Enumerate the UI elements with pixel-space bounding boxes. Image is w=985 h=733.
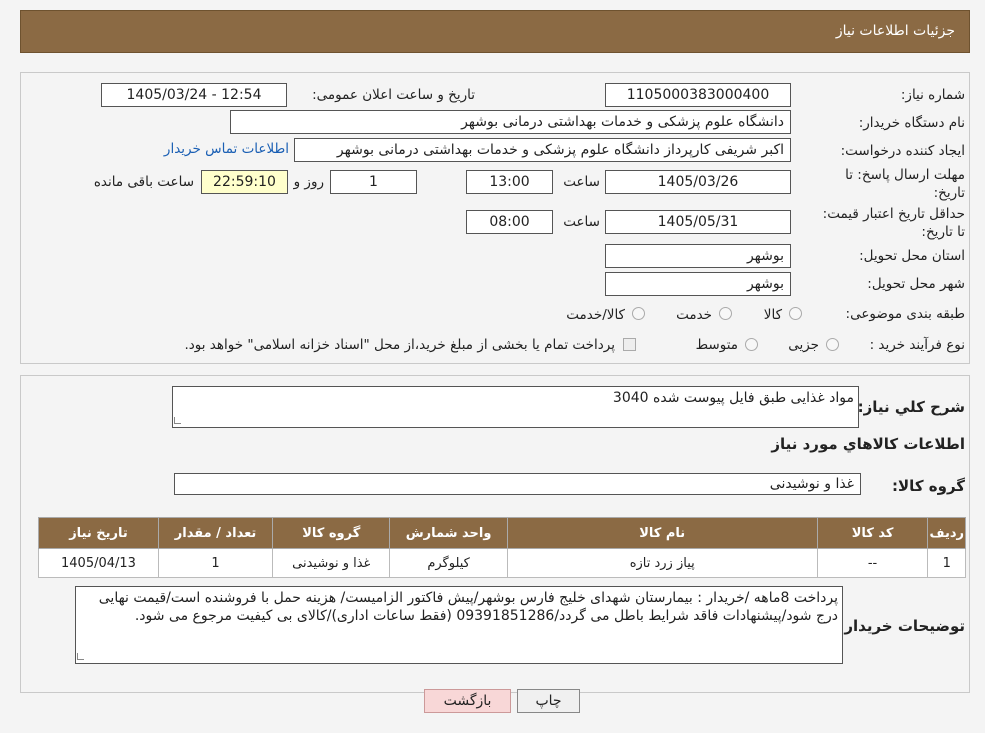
province-field: بوشهر bbox=[605, 244, 791, 268]
table-header-row: ردیف کد کالا نام کالا واحد شمارش گروه کا… bbox=[38, 517, 966, 549]
col-code: کد کالا bbox=[816, 517, 929, 549]
cell-row: 1 bbox=[927, 548, 966, 578]
process-option-medium: متوسط bbox=[695, 337, 738, 353]
summary-textarea[interactable]: مواد غذایی طبق فایل پیوست شده 3040 bbox=[172, 386, 859, 428]
process-radio-medium[interactable] bbox=[745, 338, 758, 351]
process-radio-minor[interactable] bbox=[826, 338, 839, 351]
page-header: جزئیات اطلاعات نیاز bbox=[20, 10, 970, 53]
city-field: بوشهر bbox=[605, 272, 791, 296]
remaining-time-field: 22:59:10 bbox=[201, 170, 288, 194]
need-number-field: 1105000383000400 bbox=[605, 83, 791, 107]
col-group: گروه کالا bbox=[272, 517, 391, 549]
cell-date: 1405/04/13 bbox=[38, 548, 159, 578]
back-button[interactable]: بازگشت bbox=[424, 689, 511, 713]
category-option-service: خدمت bbox=[676, 307, 712, 323]
category-label: طبقه بندی موضوعی: bbox=[845, 306, 965, 322]
cell-name: پیاز زرد تازه bbox=[506, 548, 818, 578]
col-unit: واحد شمارش bbox=[389, 517, 508, 549]
category-option-goods-service: کالا/خدمت bbox=[566, 307, 625, 323]
day-and-label: روز و bbox=[293, 174, 324, 190]
cell-group: غذا و نوشیدنی bbox=[272, 548, 391, 578]
buyer-notes-label: توضیحات خریدار: bbox=[838, 617, 965, 635]
process-option-minor: جزیی bbox=[788, 337, 819, 353]
category-radio-goods-service[interactable] bbox=[632, 307, 645, 320]
goods-info-title: اطلاعات کالاهاي مورد نياز bbox=[771, 435, 965, 453]
requester-field: اکبر شریفی کارپرداز دانشگاه علوم پزشکی و… bbox=[294, 138, 791, 162]
col-date: تاریخ نیاز bbox=[38, 517, 159, 549]
payment-note: پرداخت تمام یا بخشی از مبلغ خرید،از محل … bbox=[184, 337, 615, 353]
buyer-org-label: نام دستگاه خریدار: bbox=[858, 115, 965, 131]
table-row: 1 -- پیاز زرد تازه کیلوگرم غذا و نوشیدنی… bbox=[38, 548, 966, 578]
city-label: شهر محل تحویل: bbox=[867, 276, 965, 292]
announce-datetime-label: تاریخ و ساعت اعلان عمومی: bbox=[312, 87, 475, 103]
cell-qty: 1 bbox=[157, 548, 274, 578]
announce-datetime-field: 1405/03/24 - 12:54 bbox=[101, 83, 287, 107]
goods-group-field: غذا و نوشیدنی bbox=[174, 473, 861, 495]
reply-days-field: 1 bbox=[330, 170, 417, 194]
page-title: جزئیات اطلاعات نیاز bbox=[835, 23, 955, 39]
buyer-notes-textarea[interactable]: پرداخت 8ماهه /خریدار : بیمارستان شهدای خ… bbox=[75, 586, 843, 664]
reply-time-label: ساعت bbox=[563, 174, 600, 190]
resize-grip-icon[interactable] bbox=[174, 417, 181, 424]
cell-code: -- bbox=[816, 548, 929, 578]
col-row: ردیف bbox=[927, 517, 966, 549]
validity-time-field: 08:00 bbox=[466, 210, 553, 234]
requester-label: ایجاد کننده درخواست: bbox=[840, 143, 965, 159]
category-option-goods: کالا bbox=[763, 307, 782, 323]
process-type-label: نوع فرآیند خرید : bbox=[869, 337, 965, 353]
cell-unit: کیلوگرم bbox=[389, 548, 508, 578]
need-number-label: شماره نیاز: bbox=[900, 87, 965, 103]
category-radio-goods[interactable] bbox=[789, 307, 802, 320]
remaining-label: ساعت باقی مانده bbox=[93, 174, 194, 190]
reply-time-field: 13:00 bbox=[466, 170, 553, 194]
summary-label: شرح کلي نياز: bbox=[857, 398, 965, 416]
category-radio-service[interactable] bbox=[719, 307, 732, 320]
treasury-checkbox[interactable] bbox=[623, 338, 636, 351]
goods-group-label: گروه کالا: bbox=[892, 477, 965, 495]
validity-date-field: 1405/05/31 bbox=[605, 210, 791, 234]
province-label: استان محل تحویل: bbox=[859, 248, 965, 264]
goods-table: ردیف کد کالا نام کالا واحد شمارش گروه کا… bbox=[38, 517, 966, 578]
reply-deadline-label: مهلت ارسال پاسخ: تا تاریخ: bbox=[845, 167, 965, 201]
min-validity-label: حداقل تاریخ اعتبار قیمت: تا تاریخ: bbox=[822, 206, 965, 240]
print-button[interactable]: چاپ bbox=[517, 689, 580, 713]
notes-resize-grip-icon[interactable] bbox=[77, 653, 84, 660]
buyer-org-field: دانشگاه علوم پزشکی و خدمات بهداشتی درمان… bbox=[230, 110, 791, 134]
col-qty: تعداد / مقدار bbox=[157, 517, 274, 549]
buyer-contact-link[interactable]: اطلاعات تماس خریدار bbox=[164, 141, 289, 157]
reply-date-field: 1405/03/26 bbox=[605, 170, 791, 194]
col-name: نام کالا bbox=[506, 517, 818, 549]
validity-time-label: ساعت bbox=[563, 214, 600, 230]
